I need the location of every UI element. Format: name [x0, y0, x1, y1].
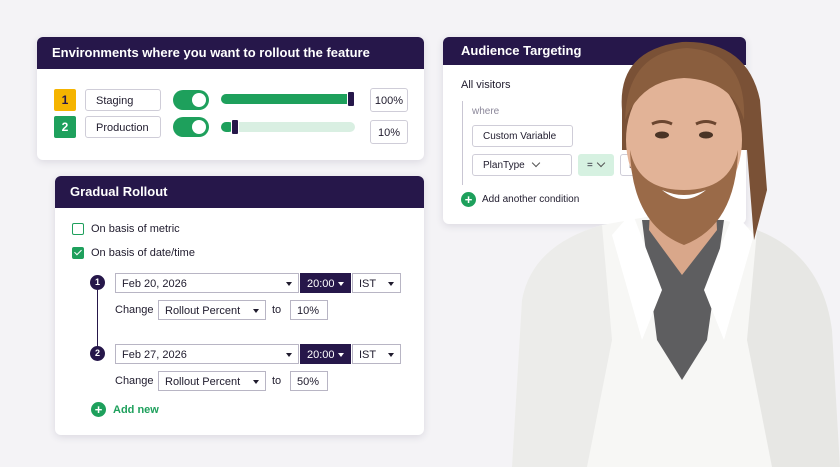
caret-down-icon	[338, 282, 344, 286]
toggle-knob	[192, 120, 206, 134]
time-value-2: 20:00	[307, 349, 335, 361]
param-select-1[interactable]: Rollout Percent	[158, 300, 266, 320]
env-name-production: Production	[85, 116, 161, 138]
env-number-1: 1	[54, 89, 76, 111]
value-input-2[interactable]: 50%	[290, 371, 328, 391]
value-input-1[interactable]: 10%	[290, 300, 328, 320]
env-percent-production[interactable]: 10%	[370, 120, 408, 144]
env-slider-handle-production[interactable]	[231, 119, 239, 135]
value-1: 10%	[297, 305, 320, 317]
caret-down-icon	[286, 282, 292, 286]
env-slider-fill-staging	[221, 94, 355, 104]
metric-checkbox[interactable]	[72, 223, 84, 235]
time-select-2[interactable]: 20:00	[300, 344, 351, 364]
tz-value-1: IST	[359, 278, 377, 290]
date-select-1[interactable]: Feb 20, 2026	[115, 273, 299, 293]
env-number-2: 2	[54, 116, 76, 138]
date-select-2[interactable]: Feb 27, 2026	[115, 344, 299, 364]
time-value-1: 20:00	[307, 278, 335, 290]
date-value-1: Feb 20, 2026	[122, 278, 187, 290]
environments-card: Environments where you want to rollout t…	[37, 37, 424, 160]
person-photo	[512, 41, 840, 467]
step-number-2: 2	[90, 346, 105, 361]
tz-value-2: IST	[359, 349, 377, 361]
metric-option-label[interactable]: On basis of metric	[91, 223, 180, 235]
date-checkbox[interactable]	[72, 247, 84, 259]
tz-select-2[interactable]: IST	[352, 344, 401, 364]
param-value-1: Rollout Percent	[165, 305, 241, 317]
param-select-2[interactable]: Rollout Percent	[158, 371, 266, 391]
step-connector	[97, 290, 98, 354]
rollout-card: Gradual Rollout On basis of metric On ba…	[55, 176, 424, 435]
environments-title: Environments where you want to rollout t…	[37, 37, 424, 69]
to-label-1: to	[272, 304, 282, 316]
value-2: 50%	[297, 376, 320, 388]
env-slider-handle-staging[interactable]	[347, 91, 355, 107]
rollout-title: Gradual Rollout	[55, 176, 424, 208]
condition-bracket	[462, 101, 463, 185]
env-name-staging: Staging	[85, 89, 161, 111]
toggle-knob	[192, 93, 206, 107]
add-new-button[interactable]: Add new	[113, 404, 159, 416]
date-value-2: Feb 27, 2026	[122, 349, 187, 361]
env-toggle-production[interactable]	[173, 117, 209, 137]
tz-select-1[interactable]: IST	[352, 273, 401, 293]
env-slider-production[interactable]	[221, 119, 355, 135]
date-option-label[interactable]: On basis of date/time	[91, 247, 195, 259]
caret-down-icon	[253, 380, 259, 384]
caret-down-icon	[388, 353, 394, 357]
caret-down-icon	[388, 282, 394, 286]
add-condition-icon[interactable]: +	[461, 192, 476, 207]
caret-down-icon	[253, 309, 259, 313]
env-slider-staging[interactable]	[221, 91, 355, 107]
add-new-icon[interactable]: +	[91, 402, 106, 417]
step-number-1: 1	[90, 275, 105, 290]
time-select-1[interactable]: 20:00	[300, 273, 351, 293]
env-toggle-staging[interactable]	[173, 90, 209, 110]
caret-down-icon	[338, 353, 344, 357]
change-label-2: Change	[115, 375, 154, 387]
caret-down-icon	[286, 353, 292, 357]
env-percent-staging[interactable]: 100%	[370, 88, 408, 112]
param-value-2: Rollout Percent	[165, 376, 241, 388]
to-label-2: to	[272, 375, 282, 387]
change-label-1: Change	[115, 304, 154, 316]
